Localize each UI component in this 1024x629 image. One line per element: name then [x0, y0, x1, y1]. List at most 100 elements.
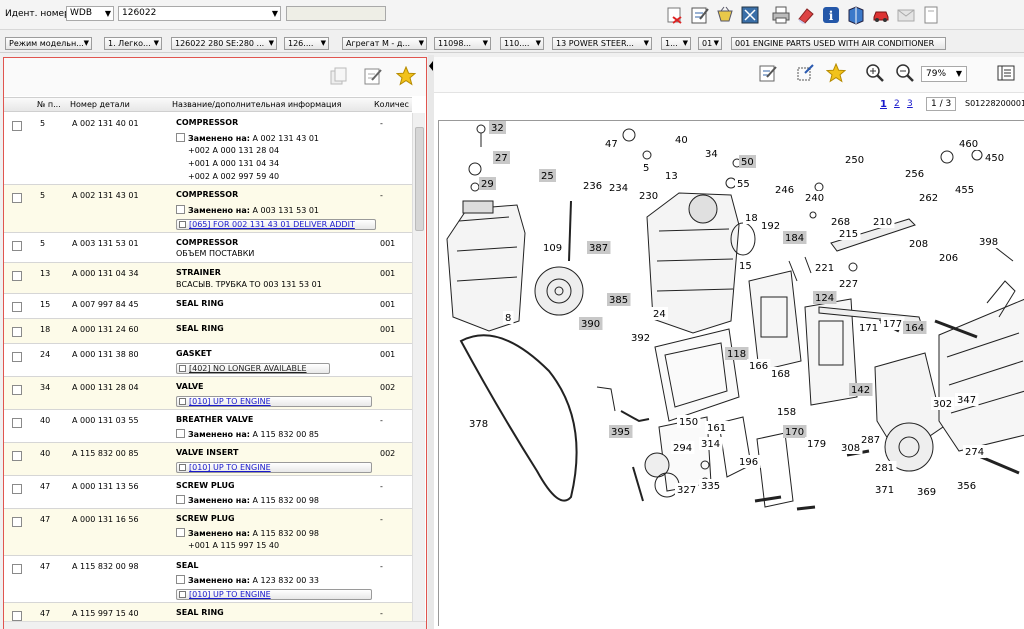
exploded-view-drawing[interactable]: 32 27 29 25 47 40 5 13 34 50 55 236 234 230 250 460 450 2…	[439, 121, 1024, 626]
chip-page[interactable]: 01 ▼	[698, 37, 722, 50]
replacement-checkbox[interactable]	[176, 575, 185, 584]
table-row[interactable]: 47 A 115 832 00 98 SEAL - Заменено на: A…	[4, 556, 412, 603]
table-row[interactable]: 5 A 003 131 53 01 COMPRESSOR 001 ОБЪЕМ П…	[4, 233, 412, 263]
callout-label-302[interactable]: 302	[931, 397, 955, 410]
callout-label-142[interactable]: 142	[849, 383, 873, 396]
callout-label-32[interactable]: 32	[489, 121, 506, 134]
callout-label-221[interactable]: 221	[813, 261, 837, 274]
table-row[interactable]: 47 A 115 997 15 40 SEAL RING -	[4, 603, 412, 621]
callout-label-208[interactable]: 208	[907, 237, 931, 250]
replacement-checkbox[interactable]	[176, 528, 185, 537]
callout-label-356[interactable]: 356	[955, 479, 979, 492]
callout-label-256[interactable]: 256	[903, 167, 927, 180]
parts-vertical-scrollbar[interactable]	[412, 113, 425, 621]
callout-label-250[interactable]: 250	[843, 153, 867, 166]
callout-label-166[interactable]: 166	[747, 359, 771, 372]
callout-label-25[interactable]: 25	[539, 169, 556, 182]
zoom-level-select[interactable]: 79% ▼	[921, 66, 967, 82]
ident-type-select[interactable]: WDB ▼	[66, 6, 114, 21]
row-checkbox[interactable]	[12, 121, 22, 131]
row-checkbox[interactable]	[12, 271, 22, 281]
mail-icon[interactable]	[895, 4, 917, 26]
favorite-star-icon[interactable]	[395, 65, 417, 88]
table-row[interactable]: 5 A 002 131 43 01 COMPRESSOR - Заменено …	[4, 185, 412, 233]
callout-label-327[interactable]: 327	[675, 483, 699, 496]
callout-label-184[interactable]: 184	[783, 231, 807, 244]
callout-label-281[interactable]: 281	[873, 461, 897, 474]
callout-label-168[interactable]: 168	[769, 367, 793, 380]
callout-label-230[interactable]: 230	[637, 189, 661, 202]
callout-label-29[interactable]: 29	[479, 177, 496, 190]
callout-label-8[interactable]: 8	[503, 311, 514, 324]
callout-label-124[interactable]: 124	[813, 291, 837, 304]
callout-label-24[interactable]: 24	[651, 307, 668, 320]
footnote-link[interactable]: [065] FOR 002 131 43 01 DELIVER ADDIT	[176, 219, 376, 230]
chip-model[interactable]: 126022 280 SE:280 ... ▼	[171, 37, 277, 50]
row-checkbox[interactable]	[12, 418, 22, 428]
header-pos[interactable]: № п...	[37, 100, 67, 109]
header-name[interactable]: Название/дополнительная информация	[172, 100, 372, 109]
table-row[interactable]: 13 A 000 131 04 34 STRAINER 001 ВСАСЫВ. …	[4, 263, 412, 294]
callout-label-171[interactable]: 171	[857, 321, 881, 334]
callout-label-227[interactable]: 227	[837, 277, 861, 290]
footnote-link[interactable]: [010] UP TO ENGINE	[176, 589, 372, 600]
page-link-3[interactable]: 3	[907, 99, 913, 109]
callout-label-196[interactable]: 196	[737, 455, 761, 468]
info-icon[interactable]: i	[820, 4, 842, 26]
select-area-icon[interactable]	[794, 63, 816, 85]
callout-label-390[interactable]: 390	[579, 317, 603, 330]
callout-label-177[interactable]: 177	[881, 317, 905, 330]
callout-label-15[interactable]: 15	[737, 259, 754, 272]
row-checkbox[interactable]	[12, 451, 22, 461]
eraser-icon[interactable]	[795, 4, 817, 26]
callout-label-455[interactable]: 455	[953, 183, 977, 196]
callout-label-164[interactable]: 164	[903, 321, 927, 334]
callout-label-385[interactable]: 385	[607, 293, 631, 306]
page-link-1[interactable]: 1	[880, 99, 887, 110]
callout-label-369[interactable]: 369	[915, 485, 939, 498]
callout-label-287[interactable]: 287	[859, 433, 883, 446]
callout-label-5[interactable]: 5	[641, 161, 652, 174]
page-link-2[interactable]: 2	[894, 99, 900, 109]
car-icon[interactable]	[870, 4, 892, 26]
replacement-checkbox[interactable]	[176, 495, 185, 504]
chip-section[interactable]: 001 ENGINE PARTS USED WITH AIR CONDITION…	[731, 37, 946, 50]
book-icon[interactable]	[845, 4, 867, 26]
callout-label-387[interactable]: 387	[587, 241, 611, 254]
row-checkbox[interactable]	[12, 564, 22, 574]
scrollbar-thumb[interactable]	[415, 127, 424, 231]
zoom-in-icon[interactable]	[864, 63, 886, 85]
fullscreen-icon[interactable]	[739, 4, 761, 26]
callout-label-170[interactable]: 170	[783, 425, 807, 438]
cart-remove-icon[interactable]	[664, 4, 686, 26]
ident-extra-field[interactable]	[286, 6, 386, 21]
edit-note-icon[interactable]	[757, 63, 779, 85]
callout-label-262[interactable]: 262	[917, 191, 941, 204]
list-view-icon[interactable]	[995, 63, 1017, 85]
callout-label-206[interactable]: 206	[937, 251, 961, 264]
parts-horizontal-scrollbar[interactable]	[4, 621, 426, 629]
chip-engine[interactable]: 11098... ▼	[434, 37, 491, 50]
chip-variant[interactable]: 126.... ▼	[284, 37, 329, 50]
footnote-link[interactable]: [010] UP TO ENGINE	[176, 396, 372, 407]
callout-label-55[interactable]: 55	[735, 177, 752, 190]
blank-doc-icon[interactable]	[920, 4, 942, 26]
basket-icon[interactable]	[714, 4, 736, 26]
callout-label-240[interactable]: 240	[803, 191, 827, 204]
replacement-checkbox[interactable]	[176, 429, 185, 438]
ident-number-input[interactable]: 126022 ▼	[118, 6, 281, 21]
callout-label-13[interactable]: 13	[663, 169, 680, 182]
chip-aggregate[interactable]: Агрегат М - д... ▼	[342, 37, 427, 50]
chip-class[interactable]: 1. Легко... ▼	[104, 37, 162, 50]
callout-label-392[interactable]: 392	[629, 331, 653, 344]
row-checkbox[interactable]	[12, 484, 22, 494]
table-row[interactable]: 40 A 000 131 03 55 BREATHER VALVE - Заме…	[4, 410, 412, 443]
callout-label-395[interactable]: 395	[609, 425, 633, 438]
table-row[interactable]: 5 A 002 131 40 01 COMPRESSOR - Заменено …	[4, 113, 412, 185]
callout-label-246[interactable]: 246	[773, 183, 797, 196]
callout-label-268[interactable]: 268	[829, 215, 853, 228]
header-qty[interactable]: Количес	[374, 100, 412, 109]
table-row[interactable]: 24 A 000 131 38 80 GASKET 001 [402] NO L…	[4, 344, 412, 377]
chip-mode[interactable]: Режим модельн... ▼	[5, 37, 92, 50]
callout-label-236[interactable]: 236	[581, 179, 605, 192]
